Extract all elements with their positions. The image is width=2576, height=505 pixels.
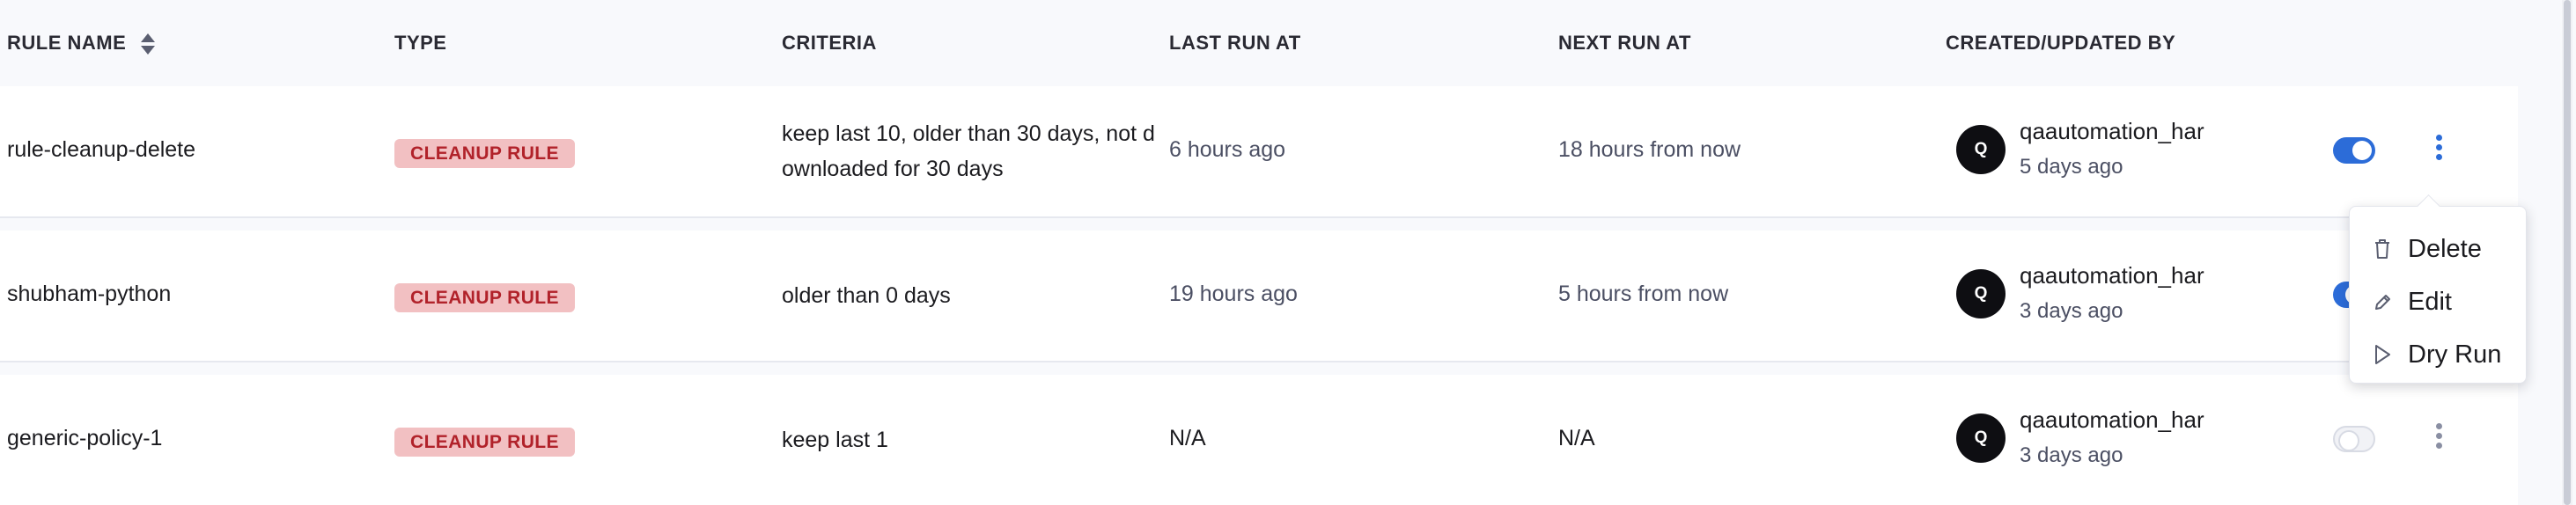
column-header-type: TYPE [394, 32, 447, 54]
last-run-at: N/A [1169, 426, 1206, 450]
menu-item-label: Edit [2408, 287, 2452, 316]
more-options-icon[interactable] [2430, 421, 2447, 456]
updated-time: 3 days ago [2020, 299, 2123, 323]
criteria-text: keep last 10, older than 30 days, not d … [782, 116, 1162, 187]
type-badge: CLEANUP RULE [394, 428, 575, 457]
menu-item-dry-run[interactable]: Dry Run [2350, 330, 2526, 379]
rule-name[interactable]: shubham-python [7, 282, 171, 307]
criteria-text: keep last 1 [782, 428, 888, 452]
created-by-user: qaautomation_har [2020, 406, 2204, 433]
avatar: Q [1956, 125, 2006, 174]
type-badge: CLEANUP RULE [394, 283, 575, 312]
type-badge: CLEANUP RULE [394, 139, 575, 168]
rule-name[interactable]: rule-cleanup-delete [7, 137, 195, 163]
menu-item-edit[interactable]: Edit [2350, 277, 2526, 326]
table-header: RULE NAME TYPE CRITERIA LAST RUN AT NEXT… [0, 0, 2518, 86]
pencil-icon [2375, 295, 2390, 310]
created-by-user: qaautomation_har [2020, 118, 2204, 144]
next-run-at: 5 hours from now [1558, 282, 1729, 306]
menu-item-label: Delete [2408, 234, 2482, 263]
avatar: Q [1956, 269, 2006, 318]
created-by-user: qaautomation_har [2020, 262, 2204, 289]
enable-toggle[interactable] [2333, 137, 2375, 164]
column-header-last-run: LAST RUN AT [1169, 32, 1301, 54]
next-run-at: N/A [1558, 426, 1595, 450]
column-header-rule-name[interactable]: RULE NAME [7, 32, 126, 55]
last-run-at: 6 hours ago [1169, 137, 1286, 162]
enable-toggle[interactable] [2333, 426, 2375, 452]
vertical-scrollbar[interactable] [2562, 0, 2572, 505]
column-header-created-by: CREATED/UPDATED BY [1946, 32, 2176, 54]
scrollbar-thumb[interactable] [2564, 0, 2571, 505]
table-row[interactable]: shubham-python CLEANUP RULE older than 0… [0, 231, 2518, 362]
column-header-criteria: CRITERIA [782, 32, 877, 54]
menu-item-delete[interactable]: Delete [2350, 224, 2526, 274]
row-actions-menu: Delete Edit Dry Run [2349, 206, 2527, 384]
trash-icon [2375, 239, 2389, 259]
last-run-at: 19 hours ago [1169, 282, 1298, 306]
updated-time: 5 days ago [2020, 155, 2123, 179]
rule-name[interactable]: generic-policy-1 [7, 426, 162, 451]
table-row[interactable]: generic-policy-1 CLEANUP RULE keep last … [0, 375, 2518, 505]
menu-item-label: Dry Run [2408, 340, 2502, 369]
next-run-at: 18 hours from now [1558, 137, 1741, 162]
table-row[interactable]: rule-cleanup-delete CLEANUP RULE keep la… [0, 86, 2518, 218]
criteria-text: older than 0 days [782, 283, 951, 308]
updated-time: 3 days ago [2020, 443, 2123, 467]
more-options-icon[interactable] [2430, 132, 2447, 167]
criteria-line: ownloaded for 30 days [782, 157, 1004, 181]
sort-icon[interactable] [139, 32, 157, 56]
criteria-line: keep last 10, older than 30 days, not d [782, 121, 1155, 146]
avatar: Q [1956, 414, 2006, 463]
play-icon [2375, 345, 2390, 364]
column-header-next-run: NEXT RUN AT [1558, 32, 1691, 54]
